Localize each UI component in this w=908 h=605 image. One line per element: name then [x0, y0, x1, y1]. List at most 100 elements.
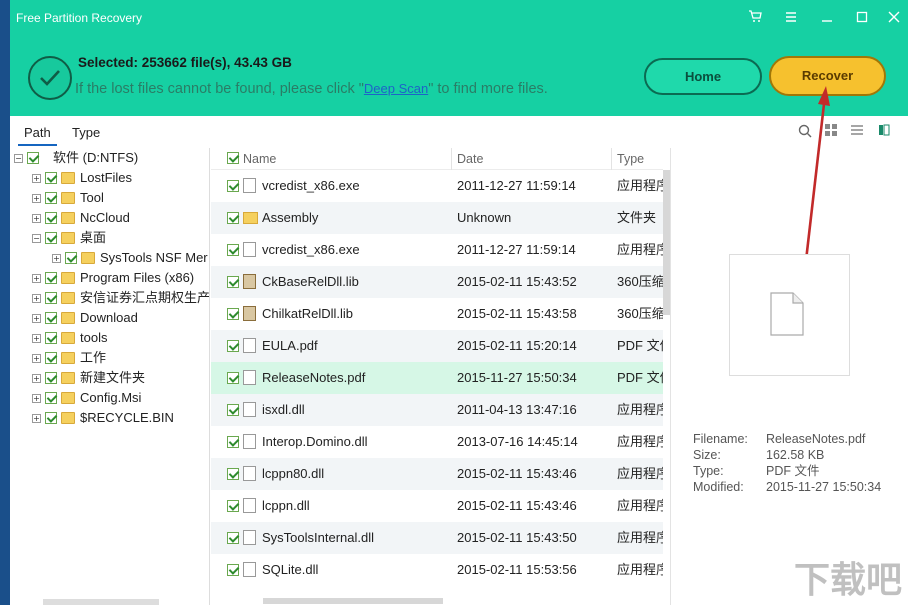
minimize-icon[interactable]	[818, 10, 836, 30]
checkbox[interactable]	[227, 500, 239, 512]
expand-icon[interactable]: +	[32, 313, 41, 323]
tree-item[interactable]: + SysTools NSF Mer	[52, 248, 208, 268]
checkbox[interactable]	[45, 292, 57, 304]
file-name: isxdl.dll	[262, 402, 305, 417]
expand-icon[interactable]: +	[32, 353, 41, 363]
expand-icon[interactable]: +	[32, 373, 41, 383]
checkbox[interactable]	[227, 564, 239, 576]
close-icon[interactable]	[885, 10, 903, 30]
tree-item-label: 工作	[80, 350, 107, 365]
tree-item[interactable]: + tools	[32, 328, 107, 348]
hint-after: " to find more files.	[428, 81, 548, 97]
folder-icon	[61, 332, 75, 344]
checkbox[interactable]	[227, 532, 239, 544]
file-row[interactable]: vcredist_x86.exe 2011-12-27 11:59:14 应用程序	[211, 234, 663, 266]
file-row[interactable]: ReleaseNotes.pdf 2015-11-27 15:50:34 PDF 文…	[211, 362, 663, 394]
checkbox[interactable]	[227, 180, 239, 192]
checkbox[interactable]	[227, 308, 239, 320]
expand-icon[interactable]: +	[32, 333, 41, 343]
expand-icon[interactable]: +	[32, 413, 41, 423]
file-type: 应用程序	[617, 178, 663, 193]
grid-view-icon[interactable]	[825, 124, 841, 140]
file-name: Interop.Domino.dll	[262, 434, 368, 449]
file-type: PDF 文件	[617, 370, 663, 385]
file-row[interactable]: lcppn80.dll 2015-02-11 15:43:46 应用程序	[211, 458, 663, 490]
maximize-icon[interactable]	[853, 10, 871, 30]
hint-before: If the lost files cannot be found, pleas…	[75, 81, 364, 97]
column-type[interactable]: Type	[617, 152, 644, 166]
expand-icon[interactable]: +	[32, 193, 41, 203]
file-row[interactable]: SysToolsInternal.dll 2015-02-11 15:43:50 应…	[211, 522, 663, 554]
checkbox[interactable]	[227, 276, 239, 288]
tree-item[interactable]: + 新建文件夹	[32, 368, 145, 388]
file-row[interactable]: isxdl.dll 2011-04-13 13:47:16 应用程序	[211, 394, 663, 426]
list-view-icon[interactable]	[851, 124, 867, 140]
file-icon	[243, 434, 256, 449]
expand-icon[interactable]: +	[32, 173, 41, 183]
file-row[interactable]: EULA.pdf 2015-02-11 15:20:14 PDF 文件	[211, 330, 663, 362]
tree-item[interactable]: + 工作	[32, 348, 106, 368]
file-row[interactable]: CkBaseRelDll.lib 2015-02-11 15:43:52 360压缩	[211, 266, 663, 298]
checkbox[interactable]	[227, 404, 239, 416]
checkbox[interactable]	[27, 152, 39, 164]
checkbox[interactable]	[227, 340, 239, 352]
detail-view-icon[interactable]	[878, 124, 894, 140]
tree-item[interactable]: + 安信证券汇点期权生产系	[32, 288, 209, 308]
column-name[interactable]: Name	[243, 152, 276, 166]
tree-item[interactable]: + Config.Msi	[32, 388, 141, 408]
checkbox[interactable]	[45, 272, 57, 284]
tree-item[interactable]: + Program Files (x86)	[32, 268, 194, 288]
checkbox[interactable]	[45, 172, 57, 184]
checkbox[interactable]	[45, 412, 57, 424]
tree-item[interactable]: − 桌面	[32, 228, 106, 248]
checkbox[interactable]	[45, 192, 57, 204]
tree-horizontal-scrollbar[interactable]	[43, 599, 159, 605]
file-row[interactable]: Interop.Domino.dll 2013-07-16 14:45:14 应用程…	[211, 426, 663, 458]
cart-icon[interactable]	[746, 10, 764, 30]
select-all-checkbox[interactable]	[227, 152, 239, 164]
checkbox[interactable]	[45, 392, 57, 404]
file-list-vertical-scrollbar[interactable]	[663, 170, 670, 315]
home-button[interactable]: Home	[644, 58, 762, 95]
checkbox[interactable]	[227, 436, 239, 448]
file-row[interactable]: Assembly Unknown 文件夹	[211, 202, 663, 234]
expand-icon[interactable]: +	[32, 273, 41, 283]
checkbox[interactable]	[227, 372, 239, 384]
tree-item[interactable]: + Tool	[32, 188, 104, 208]
file-date: Unknown	[457, 210, 512, 225]
deep-scan-link[interactable]: Deep Scan	[364, 81, 428, 96]
tree-root[interactable]: − 软件 (D:NTFS)	[14, 148, 138, 168]
search-icon[interactable]	[798, 124, 814, 140]
tab-path[interactable]: Path	[18, 121, 57, 146]
checkbox[interactable]	[45, 352, 57, 364]
file-row[interactable]: ChilkatRelDll.lib 2015-02-11 15:43:58 360压…	[211, 298, 663, 330]
file-list-horizontal-scrollbar[interactable]	[263, 598, 443, 604]
checkbox[interactable]	[45, 332, 57, 344]
checkbox[interactable]	[227, 468, 239, 480]
expand-icon[interactable]: −	[32, 233, 41, 243]
checkbox[interactable]	[65, 252, 77, 264]
expand-icon[interactable]: +	[52, 253, 61, 263]
folder-icon	[61, 392, 75, 404]
expand-icon[interactable]: +	[32, 393, 41, 403]
file-row[interactable]: vcredist_x86.exe 2011-12-27 11:59:14 应用程序	[211, 170, 663, 202]
collapse-icon[interactable]: −	[14, 153, 23, 163]
checkbox[interactable]	[45, 212, 57, 224]
checkbox[interactable]	[227, 244, 239, 256]
tab-type[interactable]: Type	[66, 121, 106, 144]
checkbox[interactable]	[45, 372, 57, 384]
file-row[interactable]: lcppn.dll 2015-02-11 15:43:46 应用程序	[211, 490, 663, 522]
column-date[interactable]: Date	[457, 152, 483, 166]
tree-item[interactable]: + Download	[32, 308, 138, 328]
checkbox[interactable]	[45, 232, 57, 244]
menu-icon[interactable]	[782, 10, 800, 30]
expand-icon[interactable]: +	[32, 293, 41, 303]
tree-item[interactable]: + LostFiles	[32, 168, 132, 188]
file-name: vcredist_x86.exe	[262, 242, 360, 257]
checkbox[interactable]	[45, 312, 57, 324]
tree-item[interactable]: + NcCloud	[32, 208, 130, 228]
tree-item[interactable]: + $RECYCLE.BIN	[32, 408, 174, 428]
checkbox[interactable]	[227, 212, 239, 224]
expand-icon[interactable]: +	[32, 213, 41, 223]
file-row[interactable]: SQLite.dll 2015-02-11 15:53:56 应用程序	[211, 554, 663, 586]
